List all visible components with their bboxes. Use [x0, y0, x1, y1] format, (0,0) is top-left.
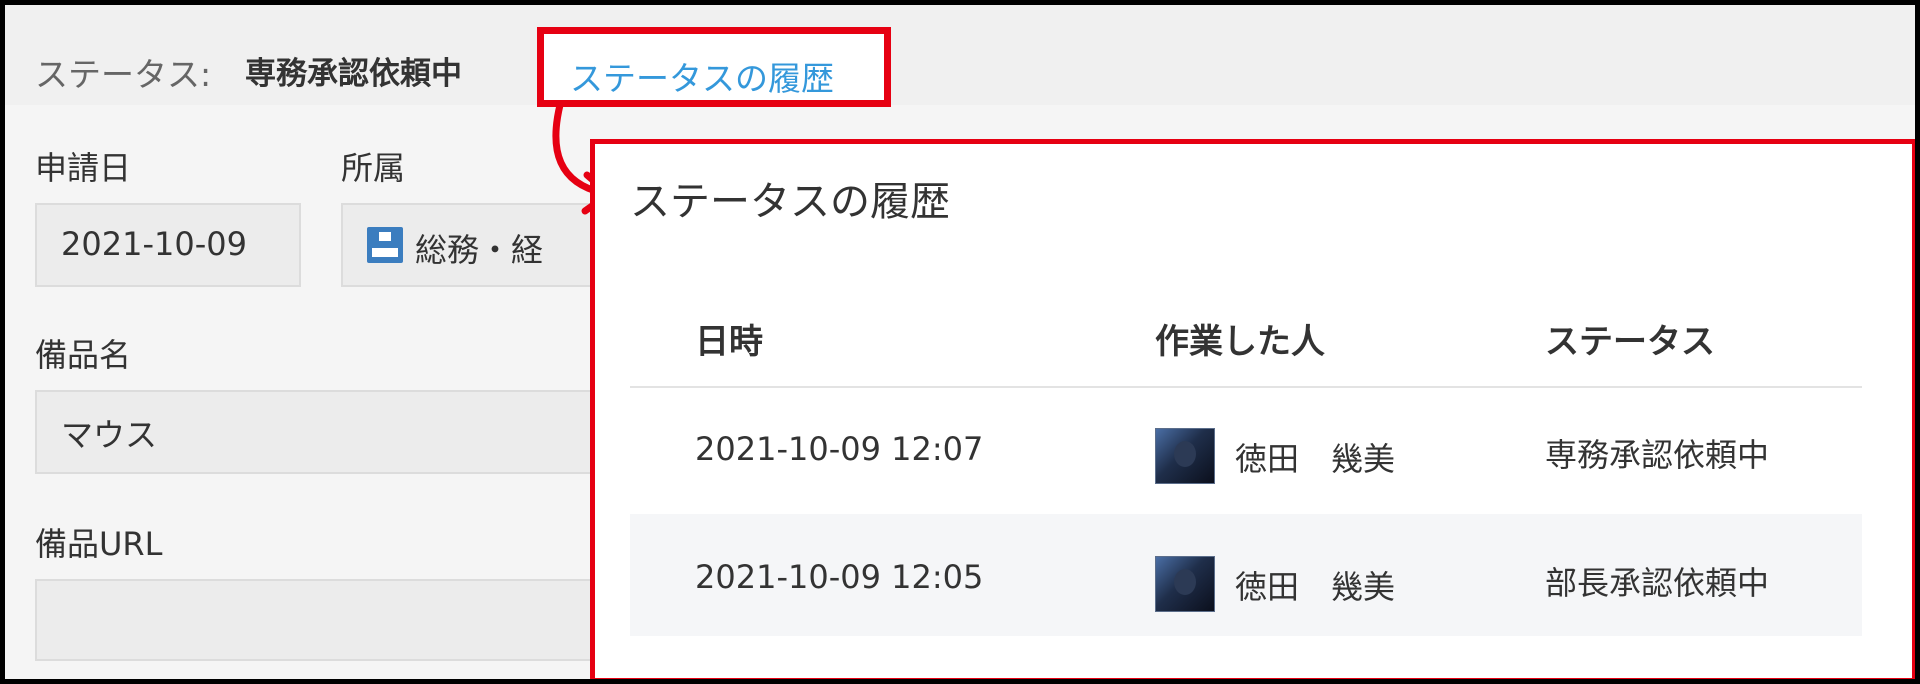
item-url-label: 備品URL	[35, 525, 163, 563]
row-user: 徳田 幾美	[1235, 568, 1396, 606]
row-user: 徳田 幾美	[1235, 440, 1396, 478]
item-url-field	[35, 579, 601, 661]
user-avatar-icon	[1155, 556, 1215, 612]
department-value: 総務・経	[415, 231, 544, 269]
status-bar: ステータス: 専務承認依頼中 ステータスの履歴	[5, 5, 1915, 107]
application-date-value: 2021-10-09	[61, 225, 247, 263]
app-frame: ステータス: 専務承認依頼中 ステータスの履歴 申請日 2021-10-09 所…	[0, 0, 1920, 684]
item-name-label: 備品名	[35, 336, 132, 374]
row-datetime: 2021-10-09 12:05	[695, 558, 984, 596]
current-status: 専務承認依頼中	[245, 56, 462, 92]
org-chart-icon	[367, 227, 403, 263]
user-avatar-icon	[1155, 428, 1215, 484]
row-datetime: 2021-10-09 12:07	[695, 430, 984, 468]
status-history-popup: ステータスの履歴 日時 作業した人 ステータス 2021-10-09 12:07…	[590, 139, 1915, 679]
department-label: 所属	[341, 149, 406, 187]
column-header-status: ステータス	[1545, 322, 1715, 362]
history-link-highlight: ステータスの履歴	[537, 27, 891, 107]
table-row: 2021-10-09 12:05 徳田 幾美 部長承認依頼中	[630, 514, 1862, 636]
application-date-label: 申請日	[35, 149, 132, 187]
row-status: 専務承認依頼中	[1545, 436, 1770, 474]
popup-title: ステータスの履歴	[630, 179, 950, 225]
row-status: 部長承認依頼中	[1545, 564, 1770, 602]
item-name-value: マウス	[61, 416, 158, 454]
table-row: 2021-10-09 12:07 徳田 幾美 専務承認依頼中	[630, 388, 1862, 510]
column-header-datetime: 日時	[695, 322, 763, 362]
status-history-link[interactable]: ステータスの履歴	[570, 52, 834, 100]
status-label: ステータス:	[35, 55, 212, 94]
column-header-user: 作業した人	[1155, 322, 1325, 362]
